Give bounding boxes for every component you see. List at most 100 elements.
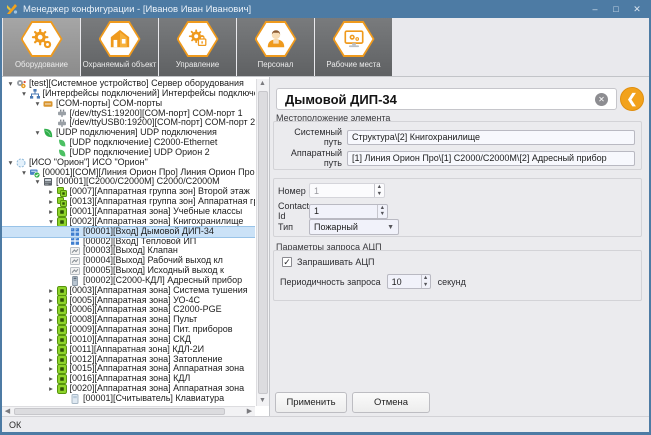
request-adc-checkbox[interactable]: ✓ Запрашивать АЦП xyxy=(282,257,375,267)
zone-icon xyxy=(57,364,67,374)
toolbar-button[interactable]: Охраняемый объект xyxy=(81,18,158,76)
input-icon xyxy=(70,236,80,246)
scroll-down-icon[interactable]: ▼ xyxy=(257,396,268,406)
scroll-left-icon[interactable]: ◀ xyxy=(2,407,13,416)
number-spinbox: ▲▼ xyxy=(309,183,385,198)
type-combobox[interactable]: Пожарный ▼ xyxy=(309,219,399,235)
contact-id-label: Contact Id xyxy=(278,201,309,221)
system-path-input[interactable] xyxy=(347,130,635,145)
request-adc-label: Запрашивать АЦП xyxy=(297,257,375,267)
zone-icon xyxy=(57,305,67,315)
zone-group-icon xyxy=(57,187,67,197)
zone-icon xyxy=(57,384,67,394)
hexagon-badge xyxy=(99,21,141,57)
back-button[interactable]: ❮ xyxy=(620,87,644,111)
expander-open-icon[interactable]: ▾ xyxy=(5,158,16,168)
window-title: Менеджер конфигурации - [Иванов Иван Ива… xyxy=(23,4,251,15)
checkbox-check-icon[interactable]: ✓ xyxy=(282,257,292,267)
management-gear-lock-icon xyxy=(187,28,209,50)
expander-open-icon[interactable]: ▾ xyxy=(46,217,57,227)
expander-closed-icon[interactable]: ▸ xyxy=(46,296,57,306)
expander-open-icon[interactable]: ▾ xyxy=(32,177,43,187)
expander-open-icon[interactable]: ▾ xyxy=(19,89,30,99)
toolbar-button-label: Охраняемый объект xyxy=(83,60,157,69)
hexagon-badge xyxy=(21,21,63,57)
expander-closed-icon[interactable]: ▸ xyxy=(46,207,57,217)
status-text: ОК xyxy=(9,420,21,430)
device-tree-panel: ▾[test][Системное устройство] Сервер обо… xyxy=(2,77,270,416)
apply-button[interactable]: Применить xyxy=(275,392,347,413)
hexagon-inner xyxy=(257,23,295,55)
expander-open-icon[interactable]: ▾ xyxy=(32,128,43,138)
expander-open-icon[interactable]: ▾ xyxy=(5,79,16,89)
app-logo-icon xyxy=(6,3,18,15)
main-area: ▾[test][Системное устройство] Сервер обо… xyxy=(2,77,649,416)
expander-closed-icon[interactable]: ▸ xyxy=(46,197,57,207)
udp-icon xyxy=(57,138,67,148)
expander-closed-icon[interactable]: ▸ xyxy=(46,364,57,374)
vertical-scroll-thumb[interactable] xyxy=(258,91,268,394)
hexagon-inner xyxy=(179,23,217,55)
expander-closed-icon[interactable]: ▸ xyxy=(46,315,57,325)
zone-icon xyxy=(57,345,67,355)
spin-down-icon[interactable]: ▼ xyxy=(378,211,387,218)
tree-item[interactable]: [00001][Считыватель] Клавиатура xyxy=(2,394,255,404)
equipment-gear-icon xyxy=(31,28,53,50)
output-icon xyxy=(70,266,80,276)
clear-icon[interactable]: ✕ xyxy=(595,93,608,106)
toolbar-button[interactable]: Рабочие места xyxy=(315,18,392,76)
hexagon-badge xyxy=(333,21,375,57)
guarded-object-house-icon xyxy=(109,28,131,50)
status-bar: ОК xyxy=(2,416,649,432)
expander-closed-icon[interactable]: ▸ xyxy=(46,384,57,394)
scroll-right-icon[interactable]: ▶ xyxy=(244,407,255,416)
zone-icon xyxy=(57,325,67,335)
line-icon xyxy=(30,168,40,178)
minimize-button[interactable]: – xyxy=(589,4,601,14)
cancel-button[interactable]: Отмена xyxy=(352,392,430,413)
toolbar-button[interactable]: Управление xyxy=(159,18,236,76)
hexagon-badge xyxy=(177,21,219,57)
toolbar-button-label: Оборудование xyxy=(15,60,68,69)
close-button[interactable]: ✕ xyxy=(631,4,643,15)
zone-icon xyxy=(57,217,67,227)
tree-vertical-scrollbar[interactable]: ▲ ▼ xyxy=(256,79,269,406)
main-toolbar: Оборудование Охраняемый объектУправлениеП… xyxy=(2,18,649,77)
period-suffix: секунд xyxy=(438,277,466,287)
com-ports-icon xyxy=(43,99,53,109)
hexagon-inner xyxy=(23,23,61,55)
expander-closed-icon[interactable]: ▸ xyxy=(46,374,57,384)
hexagon-inner xyxy=(101,23,139,55)
expander-closed-icon[interactable]: ▸ xyxy=(46,187,57,197)
back-arrow-icon: ❮ xyxy=(627,91,638,106)
number-label: Номер xyxy=(278,186,309,196)
period-spinbox[interactable]: ▲▼ xyxy=(387,274,431,289)
toolbar-button[interactable]: Оборудование xyxy=(3,18,80,76)
iso-orion-icon xyxy=(16,158,26,168)
properties-panel: Дымовой ДИП-34 ✕ ❮ Местоположение элемен… xyxy=(270,77,649,416)
hardware-path-input[interactable] xyxy=(347,151,635,166)
contact-id-spinbox[interactable]: ▲▼ xyxy=(309,204,388,219)
spin-down-icon[interactable]: ▼ xyxy=(422,282,430,289)
period-value[interactable] xyxy=(388,275,421,288)
server-icon xyxy=(16,79,26,89)
tree-horizontal-scrollbar[interactable]: ◀ ▶ xyxy=(2,406,255,416)
maximize-button[interactable]: □ xyxy=(610,4,622,14)
interfaces-icon xyxy=(30,89,40,99)
scroll-up-icon[interactable]: ▲ xyxy=(257,79,268,89)
contact-id-value[interactable] xyxy=(310,205,377,218)
workstation-monitor-icon xyxy=(343,28,365,50)
zone-icon xyxy=(57,374,67,384)
expander-closed-icon[interactable]: ▸ xyxy=(46,345,57,355)
hardware-path-label: Аппаратный путь xyxy=(280,148,342,168)
expander-closed-icon[interactable]: ▸ xyxy=(46,305,57,315)
expander-closed-icon[interactable]: ▸ xyxy=(46,355,57,365)
expander-closed-icon[interactable]: ▸ xyxy=(46,335,57,345)
expander-closed-icon[interactable]: ▸ xyxy=(46,325,57,335)
element-title-box: Дымовой ДИП-34 ✕ xyxy=(276,88,617,110)
expander-open-icon[interactable]: ▾ xyxy=(19,168,30,178)
expander-open-icon[interactable]: ▾ xyxy=(32,99,43,109)
horizontal-scroll-thumb[interactable] xyxy=(14,408,225,415)
expander-closed-icon[interactable]: ▸ xyxy=(46,286,57,296)
toolbar-button[interactable]: Персонал xyxy=(237,18,314,76)
